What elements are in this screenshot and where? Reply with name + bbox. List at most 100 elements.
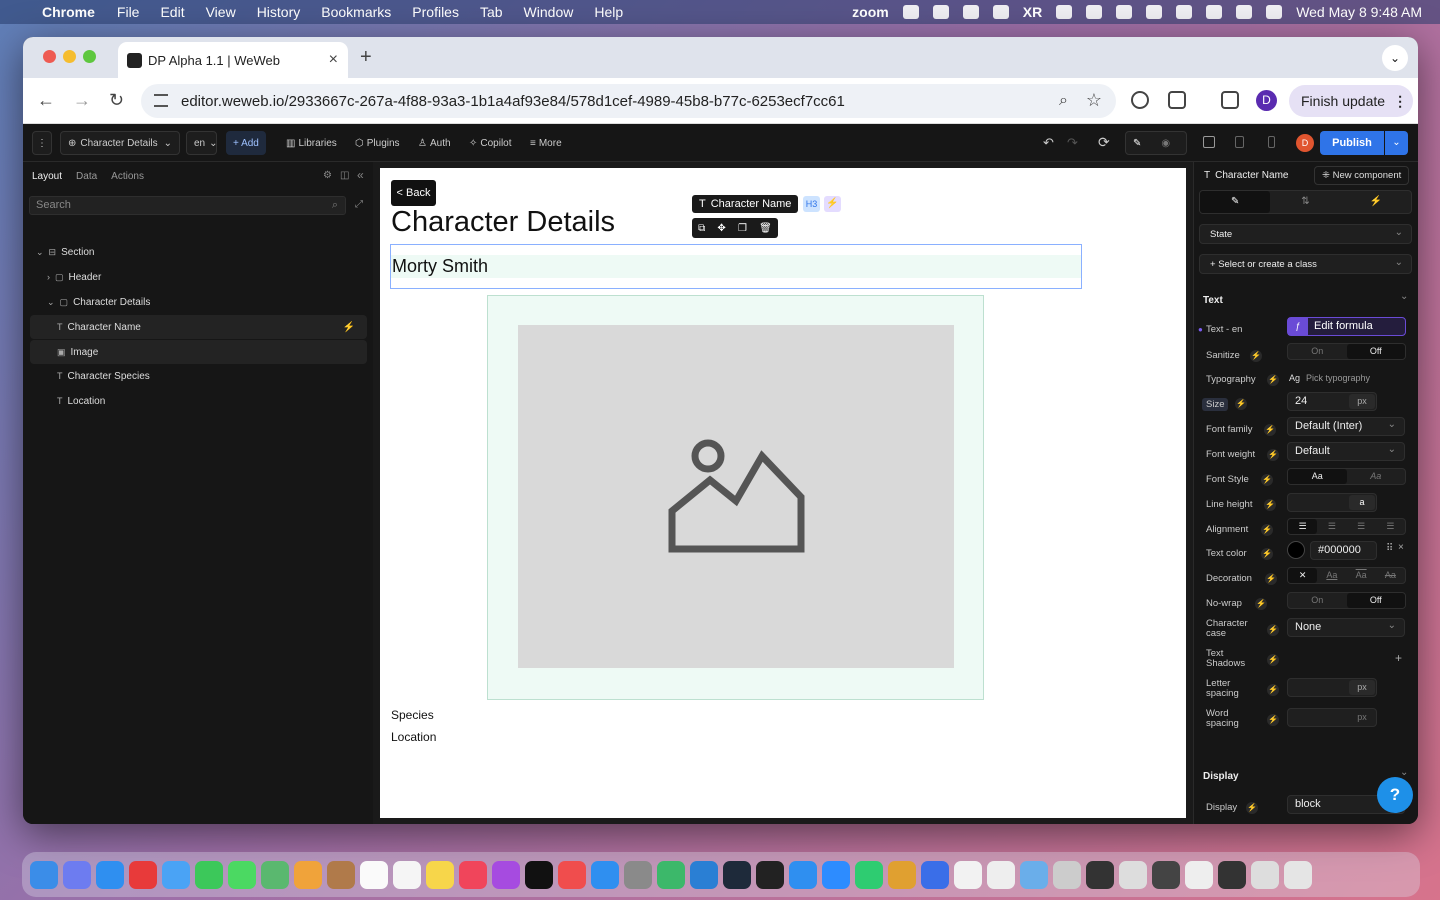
- bolt-icon[interactable]: ⚡: [1264, 499, 1276, 511]
- image-container[interactable]: [487, 295, 984, 700]
- font-style-normal[interactable]: Aa: [1288, 469, 1347, 484]
- decoration-overline[interactable]: Aa: [1347, 568, 1376, 583]
- page-canvas[interactable]: < Back Character Details Morty Smith T C…: [380, 168, 1186, 818]
- news-icon[interactable]: [558, 860, 586, 889]
- bolt-icon[interactable]: ⚡: [1267, 684, 1279, 696]
- decoration-toggle[interactable]: ✕ Aa Aa Aa: [1287, 567, 1406, 584]
- align-right-icon[interactable]: ☰: [1347, 519, 1376, 534]
- app-icon[interactable]: [921, 860, 949, 889]
- window-thumbnail-icon[interactable]: [1086, 860, 1114, 889]
- move-icon[interactable]: ✥: [717, 223, 725, 234]
- facetime-icon[interactable]: [195, 860, 223, 889]
- minimize-window-button[interactable]: [63, 50, 76, 63]
- k-app-icon[interactable]: [855, 860, 883, 889]
- character-name-text[interactable]: Morty Smith: [392, 256, 488, 277]
- alignment-toggle[interactable]: ☰ ☰ ☰ ☰: [1287, 518, 1406, 535]
- system-settings-icon[interactable]: [624, 860, 652, 889]
- heading-tag-badge[interactable]: H3: [803, 196, 820, 212]
- chevron-down-icon[interactable]: ⌄: [1400, 291, 1408, 302]
- text-color-swatch[interactable]: [1287, 541, 1305, 559]
- safari-icon[interactable]: [96, 860, 124, 889]
- bolt-icon[interactable]: ⚡: [1261, 524, 1273, 536]
- bookmark-star-icon[interactable]: ☆: [1086, 90, 1102, 111]
- add-shadow-icon[interactable]: +: [1395, 651, 1402, 665]
- eye-icon[interactable]: ◉: [1161, 138, 1170, 149]
- text-section-header[interactable]: Text: [1203, 295, 1223, 306]
- menu-app-name[interactable]: Chrome: [42, 4, 95, 20]
- settings-icon[interactable]: ⚙: [323, 170, 332, 181]
- location-text[interactable]: Location: [391, 730, 436, 744]
- publish-options-chevron-icon[interactable]: ⌄: [1385, 131, 1408, 155]
- xr-status[interactable]: XR: [1023, 4, 1042, 20]
- close-window-button[interactable]: [43, 50, 56, 63]
- align-center-icon[interactable]: ☰: [1317, 519, 1346, 534]
- libraries-button[interactable]: ▥ Libraries: [279, 131, 344, 155]
- clear-color-icon[interactable]: ×: [1398, 542, 1404, 553]
- tree-item-character-species[interactable]: T Character Species: [23, 364, 367, 388]
- state-dropdown[interactable]: State ⌄: [1199, 224, 1412, 244]
- site-settings-icon[interactable]: [154, 94, 168, 107]
- bolt-icon[interactable]: ⚡: [1341, 191, 1411, 213]
- edit-formula-button[interactable]: ƒ Edit formula: [1287, 317, 1406, 336]
- window-thumbnail-icon[interactable]: [1251, 860, 1279, 889]
- font-style-toggle[interactable]: Aa Aa: [1287, 468, 1406, 485]
- podcasts-icon[interactable]: [492, 860, 520, 889]
- more-button[interactable]: ≡ More: [523, 131, 569, 155]
- play-icon[interactable]: [1086, 5, 1103, 19]
- bolt-icon[interactable]: ⚡: [1264, 424, 1276, 436]
- align-justify-icon[interactable]: ☰: [1376, 519, 1405, 534]
- bolt-icon[interactable]: ⚡: [1250, 350, 1262, 362]
- tree-item-character-name[interactable]: T Character Name ⚡: [30, 315, 367, 339]
- zoom-icon[interactable]: ⌕: [1059, 92, 1068, 110]
- font-family-dropdown[interactable]: Default (Inter): [1287, 416, 1405, 436]
- sanitize-off[interactable]: Off: [1346, 344, 1405, 359]
- wifi-icon[interactable]: [1176, 5, 1193, 19]
- app-icon[interactable]: [657, 860, 685, 889]
- chrome-icon[interactable]: [954, 860, 982, 889]
- undo-icon[interactable]: ↶: [1043, 135, 1054, 151]
- tablet-view-icon[interactable]: [1235, 136, 1244, 148]
- drag-handle-icon[interactable]: ⠿: [1386, 543, 1393, 554]
- new-component-button[interactable]: ⁜ New component: [1314, 166, 1410, 185]
- back-button[interactable]: < Back: [391, 180, 436, 206]
- calendar-icon[interactable]: [360, 860, 388, 889]
- messenger-icon[interactable]: [789, 860, 817, 889]
- wrap-icon[interactable]: ⧉: [698, 223, 705, 234]
- tree-item-section[interactable]: ⌄ ⊟ Section: [23, 240, 367, 264]
- collapse-panel-icon[interactable]: «: [357, 168, 364, 182]
- bolt-icon[interactable]: ⚡: [343, 322, 355, 333]
- letter-spacing-unit[interactable]: px: [1349, 680, 1375, 695]
- tree-item-image[interactable]: ▣ Image: [30, 340, 367, 364]
- desktop-view-icon[interactable]: [1203, 136, 1215, 148]
- decoration-underline[interactable]: Aa: [1317, 568, 1346, 583]
- character-case-dropdown[interactable]: None: [1287, 617, 1405, 637]
- sync-icon[interactable]: ⟳: [1098, 134, 1110, 151]
- contacts-icon[interactable]: [327, 860, 355, 889]
- search-icon[interactable]: [1206, 5, 1223, 19]
- close-tab-icon[interactable]: ×: [329, 51, 338, 69]
- bolt-icon[interactable]: ⚡: [1246, 802, 1258, 814]
- zoom-app-icon[interactable]: [822, 860, 850, 889]
- word-spacing-unit[interactable]: px: [1349, 710, 1375, 725]
- siri-icon[interactable]: [1266, 5, 1283, 19]
- publish-button[interactable]: Publish: [1320, 131, 1384, 155]
- duplicate-icon[interactable]: ❐: [738, 223, 747, 234]
- window-thumbnail-icon[interactable]: [1218, 860, 1246, 889]
- panel-toggle-icon[interactable]: ◫: [340, 170, 349, 181]
- menu-bookmarks[interactable]: Bookmarks: [321, 4, 391, 20]
- class-dropdown[interactable]: + Select or create a class ⌄: [1199, 254, 1412, 274]
- menu-window[interactable]: Window: [524, 4, 574, 20]
- bolt-icon[interactable]: ⚡: [1267, 624, 1279, 636]
- zoom-window-button[interactable]: [83, 50, 96, 63]
- sanitize-on[interactable]: On: [1288, 344, 1347, 359]
- chevron-down-icon[interactable]: ⌄: [1400, 767, 1408, 778]
- textedit-icon[interactable]: [987, 860, 1015, 889]
- menu-file[interactable]: File: [117, 4, 140, 20]
- language-dropdown[interactable]: en ⌄: [186, 131, 218, 155]
- profile-avatar[interactable]: D: [1256, 90, 1277, 111]
- nowrap-off[interactable]: Off: [1346, 593, 1405, 608]
- bolt-icon[interactable]: ⚡: [1235, 398, 1247, 410]
- app-store-icon[interactable]: [591, 860, 619, 889]
- music-icon[interactable]: [459, 860, 487, 889]
- bolt-icon[interactable]: ⚡: [1267, 654, 1279, 666]
